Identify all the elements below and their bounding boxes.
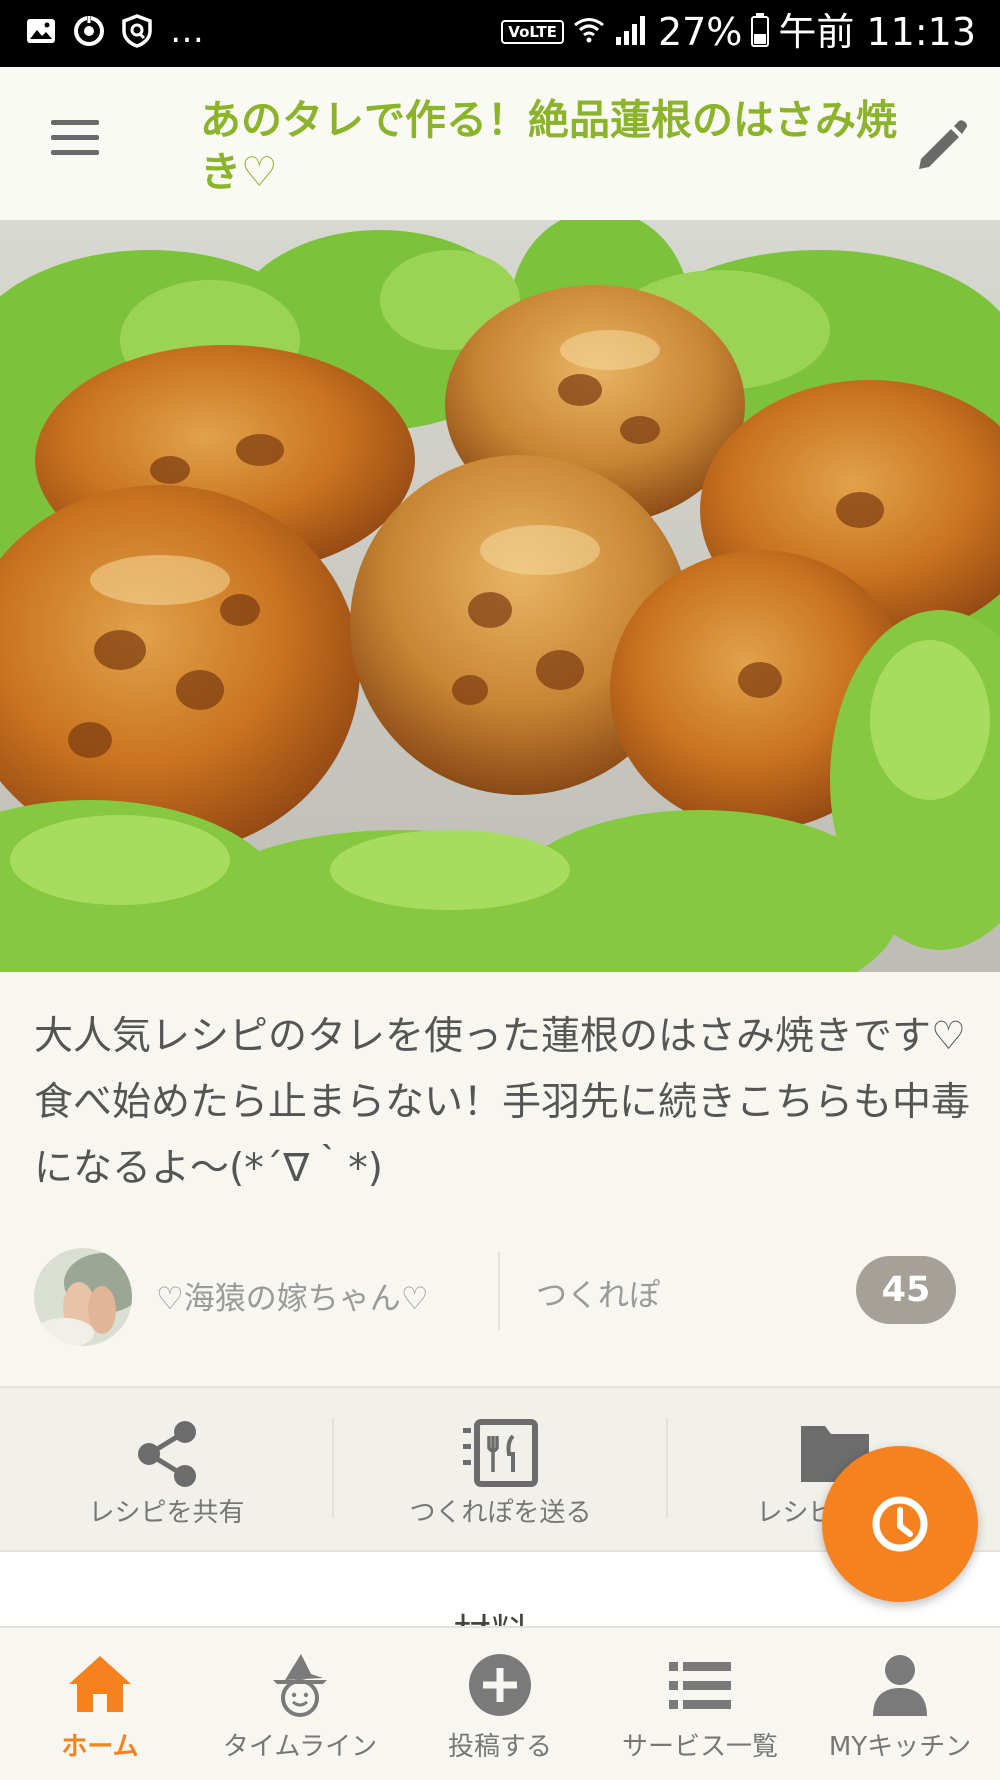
history-fab[interactable] — [822, 1446, 978, 1602]
timeline-witch-icon — [273, 1654, 327, 1717]
send-tsukurepo-button[interactable]: つくれぽを送る — [334, 1388, 667, 1550]
nav-my-kitchen[interactable]: MYキッチン — [800, 1628, 1000, 1780]
nav-post-label: 投稿する — [447, 1732, 552, 1762]
person-icon — [873, 1655, 927, 1716]
nav-timeline-label: タイムライン — [222, 1732, 378, 1762]
edit-button[interactable] — [915, 115, 971, 171]
nav-services[interactable]: サービス一覧 — [600, 1628, 800, 1780]
send-tsukurepo-label: つくれぽを送る — [409, 1498, 592, 1528]
nav-my-kitchen-label: MYキッチン — [828, 1732, 972, 1762]
nav-home-label: ホーム — [61, 1732, 139, 1762]
nav-post[interactable]: 投稿する — [400, 1628, 600, 1780]
plus-circle-icon — [469, 1654, 531, 1716]
share-recipe-button[interactable]: レシピを共有 — [0, 1388, 333, 1550]
recipe-title: あのタレで作る！絶品蓮根のはさみ焼き♡ — [200, 96, 897, 196]
battery-percent: 27% — [657, 10, 743, 54]
app-bar: あのタレで作る！絶品蓮根のはさみ焼き♡ — [0, 67, 1000, 221]
nav-timeline[interactable]: タイムライン — [200, 1628, 400, 1780]
clock: 午前 11:13 — [778, 10, 976, 54]
author-row: ♡海猿の嫁ちゃん♡ つくれぽ 45 — [0, 1240, 1000, 1360]
home-icon — [69, 1656, 131, 1712]
data-saver-icon — [72, 14, 106, 48]
send-tsukurepo-icon — [462, 1419, 538, 1487]
author-name[interactable]: ♡海猿の嫁ちゃん♡ — [156, 1273, 429, 1318]
shield-icon — [120, 14, 154, 48]
menu-button[interactable] — [45, 114, 105, 164]
divider — [498, 1252, 500, 1330]
recipe-photo — [0, 220, 1000, 972]
clock-icon — [872, 1496, 928, 1552]
status-bar-left: … — [24, 14, 205, 48]
list-icon — [669, 1662, 731, 1709]
volte-badge: VoLTE — [501, 20, 564, 44]
share-icon — [137, 1421, 196, 1487]
avatar[interactable] — [34, 1248, 132, 1346]
battery-icon — [750, 12, 770, 52]
ingredients-heading: 材料 — [453, 1602, 529, 1626]
nav-home[interactable]: ホーム — [0, 1628, 200, 1780]
signal-icon — [614, 13, 650, 51]
pencil-icon — [919, 120, 967, 169]
status-bar-right: VoLTE 27% 午前 11:13 — [501, 12, 976, 52]
share-recipe-label: レシピを共有 — [88, 1498, 245, 1528]
image-icon — [24, 14, 58, 48]
bottom-navigation: ホーム タイムライン 投稿する サービス一覧 MYキッチン — [0, 1626, 1000, 1780]
tsukurepo-label[interactable]: つくれぽ — [536, 1270, 660, 1315]
nav-services-label: サービス一覧 — [621, 1732, 778, 1762]
tsukurepo-count-badge[interactable]: 45 — [856, 1256, 956, 1324]
status-bar: … VoLTE 27% 午前 11:13 — [0, 0, 1000, 67]
more-notifications: … — [170, 11, 205, 51]
wifi-icon — [572, 13, 606, 51]
recipe-description: 大人気レシピのタレを使った蓮根のはさみ焼きです♡食べ始めたら止まらない！手羽先に… — [34, 1014, 971, 1191]
